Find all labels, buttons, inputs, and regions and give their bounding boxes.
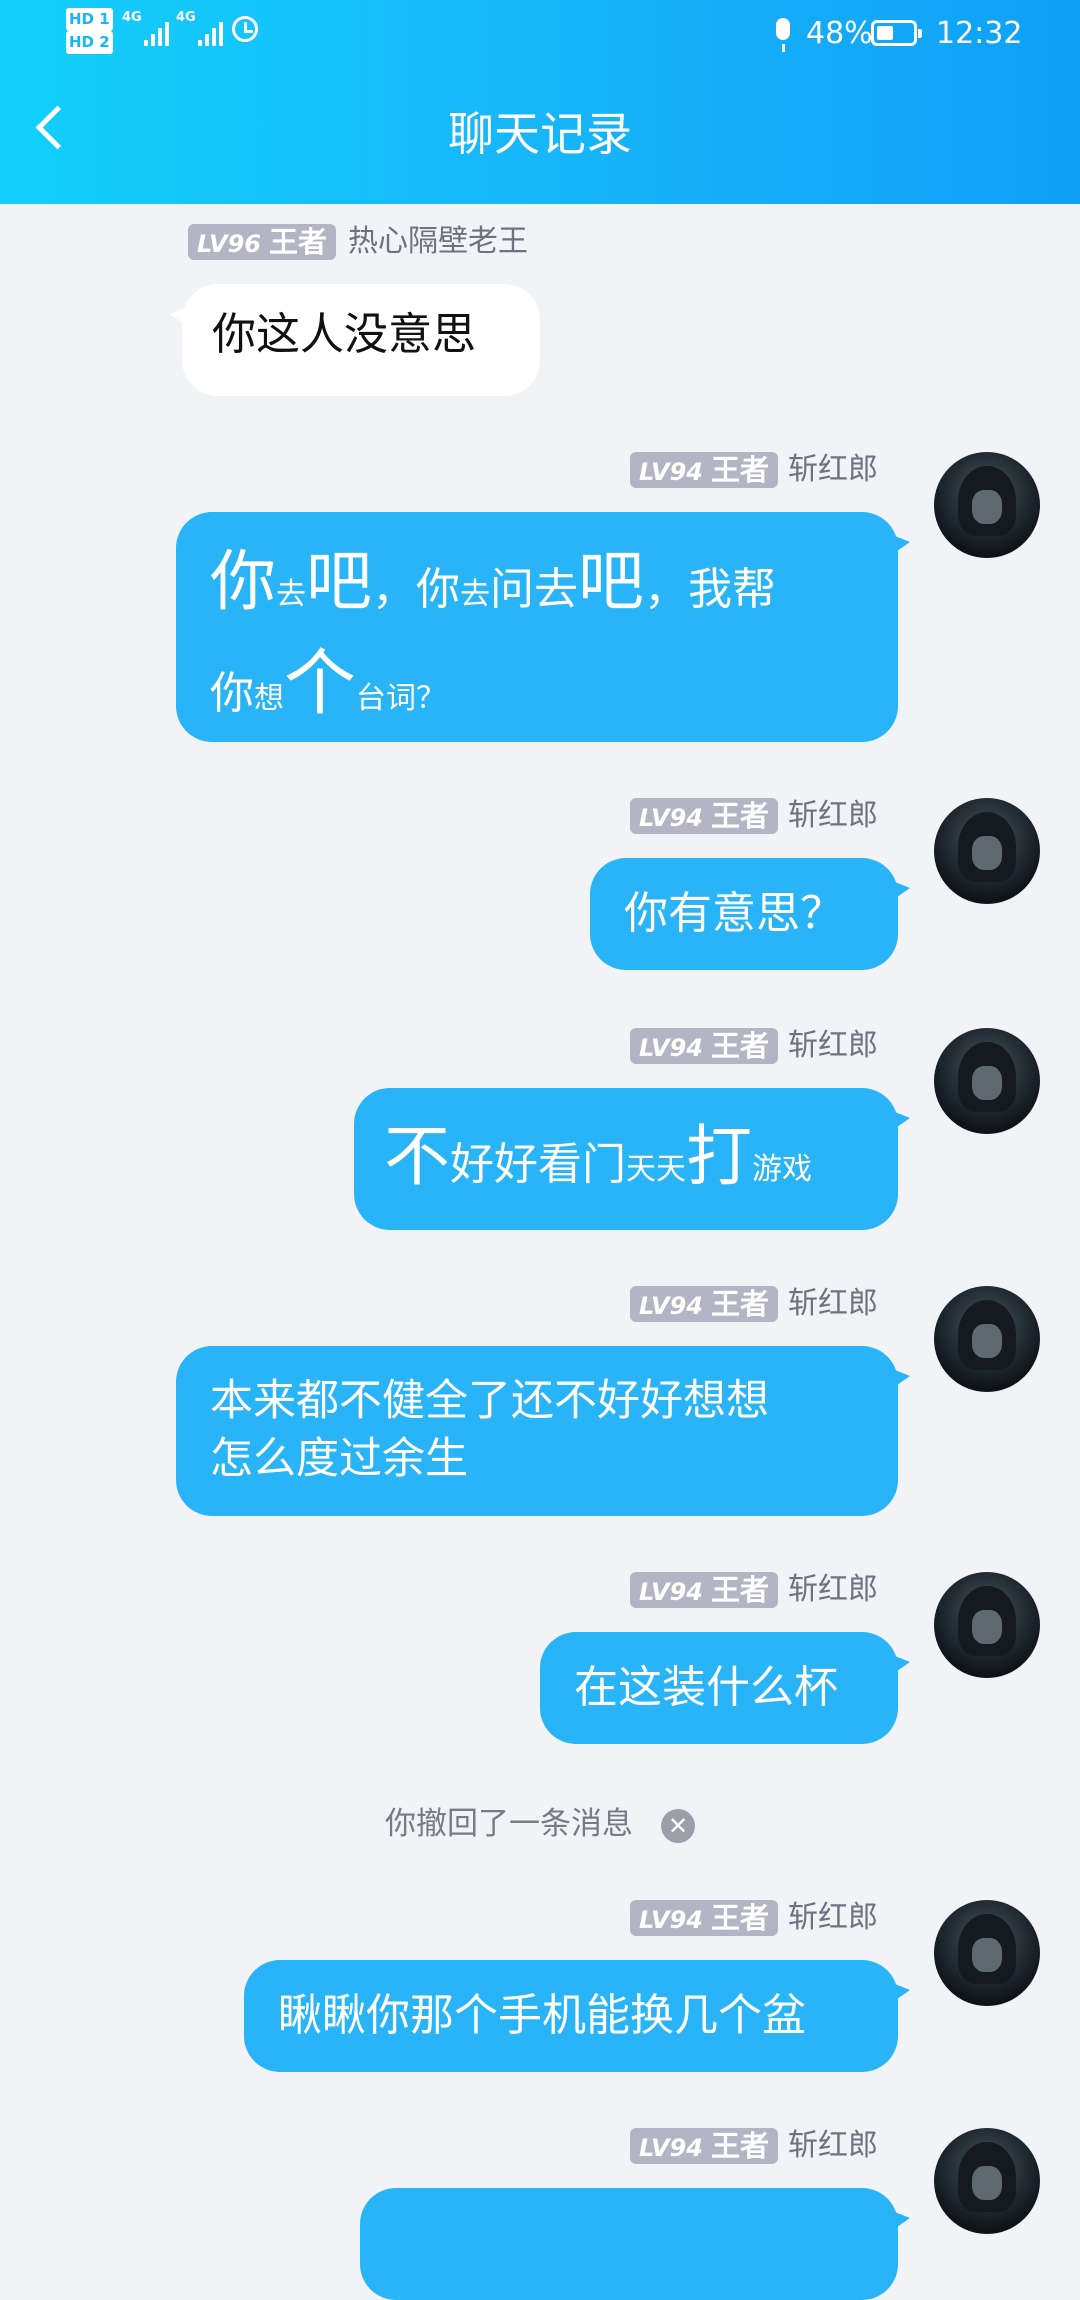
status-bar: HD 1 HD 2 4G 4G 48% 12:32 [0,0,1080,70]
sender-name[interactable]: 斩红郎 [788,798,878,834]
message-text-segment: 吧 [306,543,372,620]
battery-percent: 48% [806,16,873,51]
level-label: LV94 [639,1906,703,1934]
message-bubble[interactable]: 瞅瞅你那个手机能换几个盆 [244,1960,910,2072]
level-badge: LV94 王者 [630,1028,778,1064]
page-title: 聊天记录 [448,107,632,161]
message-text-segment: 打 [686,1118,752,1195]
message-text-segment: ，我帮 [644,564,776,615]
message-bubble[interactable]: 你这人没意思 [170,284,540,396]
message-text: 不好好看门天天打游戏 [384,1114,868,1217]
recall-notice: 你撤回了一条消息 ✕ [0,1804,1080,1844]
level-label: LV94 [639,1578,703,1606]
recall-text: 你撤回了一条消息 [385,1806,633,1842]
message-text-segment: 去 [276,577,306,612]
rank-label: 王者 [710,1573,769,1607]
clock: 12:32 [936,16,1023,51]
rank-label: 王者 [710,1029,769,1063]
message-text-segment: 吧 [578,543,644,620]
battery-icon [871,20,922,46]
message-text-segment: 个 [284,641,357,725]
level-badge: LV96 王者 [188,224,336,260]
level-label: LV94 [639,1292,703,1320]
network-type: 4G [176,10,196,25]
sender-name[interactable]: 斩红郎 [788,1028,878,1064]
message-text: 在这装什么杯 [574,1662,838,1713]
message-bubble[interactable]: 在这装什么杯 [540,1632,910,1744]
message-text-segment: 你 [210,668,254,719]
sender-name[interactable]: 斩红郎 [788,1286,878,1322]
message-bubble[interactable] [360,2188,910,2300]
level-label: LV94 [639,804,703,832]
level-badge: LV94 王者 [630,1900,778,1936]
message-text-segment: 好好看门 [450,1139,626,1190]
rank-label: 王者 [710,799,769,833]
avatar[interactable] [934,1028,1040,1134]
message-text-segment: ，你 [372,564,460,615]
message-text: 你有意思？ [624,888,844,939]
message-text-segment: 不 [384,1118,450,1195]
level-label: LV94 [639,2134,703,2162]
avatar[interactable] [934,1572,1040,1678]
signal-icon: 4G [122,10,169,46]
sender-name[interactable]: 热心隔壁老王 [348,224,528,260]
avatar[interactable] [934,798,1040,904]
message-text-segment: 想 [254,681,284,716]
rank-label: 王者 [268,225,327,259]
header-bar: HD 1 HD 2 4G 4G 48% 12:32 聊天记录 [0,0,1080,204]
avatar[interactable] [934,452,1040,558]
level-badge: LV94 王者 [630,798,778,834]
level-badge: LV94 王者 [630,1286,778,1322]
sender-name[interactable]: 斩红郎 [788,1900,878,1936]
alarm-icon [232,16,258,42]
message-text-segment: 游戏 [752,1152,812,1187]
message-text: 你去吧，你去问去吧，我帮 你想个台词？ [210,540,864,745]
message-text: 你这人没意思 [212,309,476,360]
level-badge: LV94 王者 [630,2128,778,2164]
rank-label: 王者 [710,453,769,487]
level-badge: LV94 王者 [630,1572,778,1608]
close-circle-icon[interactable]: ✕ [661,1808,695,1843]
message-text-line: 怎么度过余生 [210,1434,468,1484]
avatar[interactable] [934,1900,1040,2006]
level-label: LV94 [639,1034,703,1062]
message-text-segment: 去 [460,577,490,612]
rank-label: 王者 [710,1287,769,1321]
message-text-segment: 你 [210,543,276,620]
sender-name[interactable]: 斩红郎 [788,452,878,488]
sim-indicator: HD 1 HD 2 [66,8,113,54]
message-text-segment: 问去 [490,564,578,615]
level-badge: LV94 王者 [630,452,778,488]
rank-label: 王者 [710,2129,769,2163]
level-label: LV96 [197,230,261,258]
message-bubble[interactable]: 你去吧，你去问去吧，我帮 你想个台词？ [176,512,910,745]
sim2-label: HD 2 [66,31,113,54]
message-bubble[interactable]: 不好好看门天天打游戏 [354,1088,910,1230]
sim1-label: HD 1 [66,8,113,31]
avatar[interactable] [934,1286,1040,1392]
message-text: 瞅瞅你那个手机能换几个盆 [278,1990,806,2041]
mic-icon [776,18,790,52]
message-text-line: 本来都不健全了还不好好想想 [210,1376,769,1426]
rank-label: 王者 [710,1901,769,1935]
message-bubble[interactable]: 你有意思？ [590,858,910,970]
message-text-segment: 台词？ [356,681,447,716]
network-type: 4G [122,10,142,25]
signal-icon: 4G [176,10,223,46]
sender-name[interactable]: 斩红郎 [788,2128,878,2164]
level-label: LV94 [639,458,703,486]
message-bubble[interactable]: 本来都不健全了还不好好想想 怎么度过余生 [176,1346,910,1516]
sender-name[interactable]: 斩红郎 [788,1572,878,1608]
message-text-segment: 天天 [626,1152,686,1187]
avatar[interactable] [934,2128,1040,2234]
